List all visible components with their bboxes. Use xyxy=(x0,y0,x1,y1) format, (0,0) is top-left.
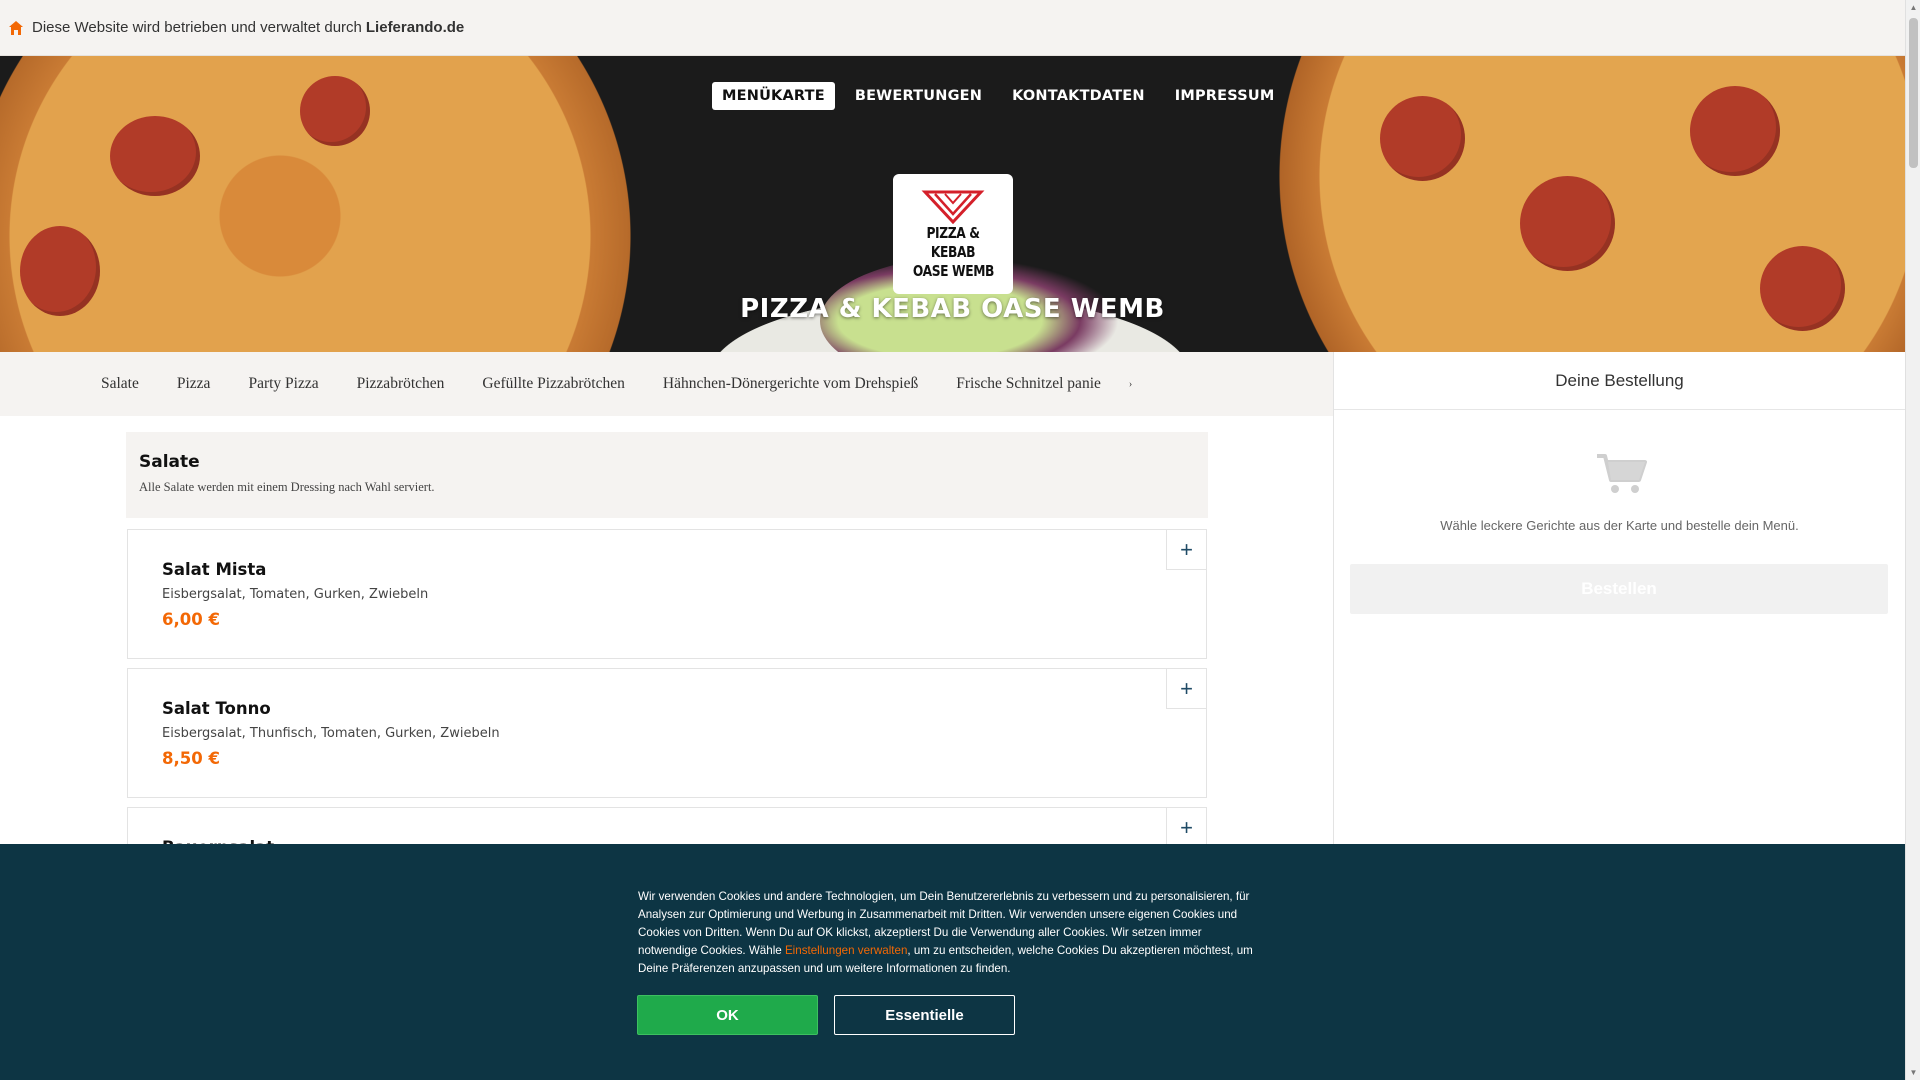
category-pizzabroetchen[interactable]: Pizzabrötchen xyxy=(357,375,445,393)
pepperoni-decoration xyxy=(300,76,370,146)
info-bar-text: Diese Website wird betrieben und verwalt… xyxy=(32,19,362,36)
cookie-banner: Wir verwenden Cookies und andere Technol… xyxy=(0,844,1905,1080)
category-haehnchen-doener[interactable]: Hähnchen-Dönergerichte vom Drehspieß xyxy=(663,375,918,393)
pepperoni-decoration xyxy=(110,116,200,196)
nav-kontaktdaten[interactable]: KONTAKTDATEN xyxy=(1002,82,1155,110)
order-button[interactable]: Bestellen xyxy=(1350,564,1888,614)
category-schnitzel[interactable]: Frische Schnitzel panie xyxy=(956,375,1101,393)
cookie-essential-button[interactable]: Essentielle xyxy=(834,995,1015,1035)
add-to-cart-button[interactable]: + xyxy=(1166,807,1207,848)
plus-icon: + xyxy=(1180,814,1193,840)
category-gefuellte-pizzabroetchen[interactable]: Gefüllte Pizzabrötchen xyxy=(482,375,624,393)
cart-icon xyxy=(1597,454,1647,493)
plus-icon: + xyxy=(1180,675,1193,701)
basket-title: Deine Bestellung xyxy=(1334,352,1905,410)
category-salate[interactable]: Salate xyxy=(101,375,139,393)
dish-card[interactable]: Salat Mista Eisbergsalat, Tomaten, Gurke… xyxy=(127,529,1207,659)
dish-price: 6,00 € xyxy=(162,610,220,629)
basket-empty-text: Wähle leckere Gerichte aus der Karte und… xyxy=(1440,518,1799,533)
section-header-salate: Salate Alle Salate werden mit einem Dres… xyxy=(126,432,1208,518)
plus-icon: + xyxy=(1180,536,1193,562)
restaurant-logo: PIZZA & KEBAB OASE WEMB xyxy=(893,174,1013,294)
dish-name: Salat Mista xyxy=(162,560,267,579)
dish-card[interactable]: Salat Tonno Eisbergsalat, Thunfisch, Tom… xyxy=(127,668,1207,798)
category-nav: Salate Pizza Party Pizza Pizzabrötchen G… xyxy=(0,352,1333,416)
section-title: Salate xyxy=(139,452,200,472)
category-party-pizza[interactable]: Party Pizza xyxy=(248,375,318,393)
logo-text-line1: PIZZA & KEBAB xyxy=(926,223,980,261)
pepperoni-decoration xyxy=(1380,96,1465,181)
pepperoni-decoration xyxy=(1520,176,1615,271)
nav-impressum[interactable]: IMPRESSUM xyxy=(1165,82,1285,110)
scroll-up-icon[interactable]: ▲ xyxy=(1906,0,1920,15)
lieferando-info-bar: Diese Website wird betrieben und verwalt… xyxy=(0,0,1905,56)
dish-description: Eisbergsalat, Thunfisch, Tomaten, Gurken… xyxy=(162,726,500,741)
hero-banner: MENÜKARTE BEWERTUNGEN KONTAKTDATEN IMPRE… xyxy=(0,56,1905,352)
pizza-slice-logo-icon xyxy=(921,190,985,224)
info-bar-brand[interactable]: Lieferando.de xyxy=(366,19,464,36)
dish-name: Salat Tonno xyxy=(162,699,271,718)
scrollbar-thumb[interactable] xyxy=(1909,18,1918,168)
chevron-right-icon[interactable]: › xyxy=(1129,379,1132,390)
logo-text-line2: OASE WEMB xyxy=(912,261,994,280)
dish-price: 8,50 € xyxy=(162,749,220,768)
nav-bewertungen[interactable]: BEWERTUNGEN xyxy=(845,82,992,110)
cookie-settings-link[interactable]: Einstellungen verwalten xyxy=(785,944,907,957)
cookie-ok-button[interactable]: OK xyxy=(637,995,818,1035)
add-to-cart-button[interactable]: + xyxy=(1166,529,1207,570)
scroll-down-icon[interactable]: ▼ xyxy=(1906,1065,1920,1080)
category-pizza[interactable]: Pizza xyxy=(177,375,211,393)
add-to-cart-button[interactable]: + xyxy=(1166,668,1207,709)
dish-description: Eisbergsalat, Tomaten, Gurken, Zwiebeln xyxy=(162,587,429,602)
restaurant-nav: MENÜKARTE BEWERTUNGEN KONTAKTDATEN IMPRE… xyxy=(712,82,1285,110)
page-scrollbar[interactable]: ▲ ▼ xyxy=(1905,0,1920,1080)
cookie-text: Wir verwenden Cookies und andere Technol… xyxy=(638,888,1264,978)
restaurant-name: PIZZA & KEBAB OASE WEMB xyxy=(740,294,1165,324)
pepperoni-decoration xyxy=(1690,86,1780,176)
nav-menukarte[interactable]: MENÜKARTE xyxy=(712,82,835,110)
home-icon xyxy=(9,20,23,35)
section-description: Alle Salate werden mit einem Dressing na… xyxy=(139,480,435,494)
